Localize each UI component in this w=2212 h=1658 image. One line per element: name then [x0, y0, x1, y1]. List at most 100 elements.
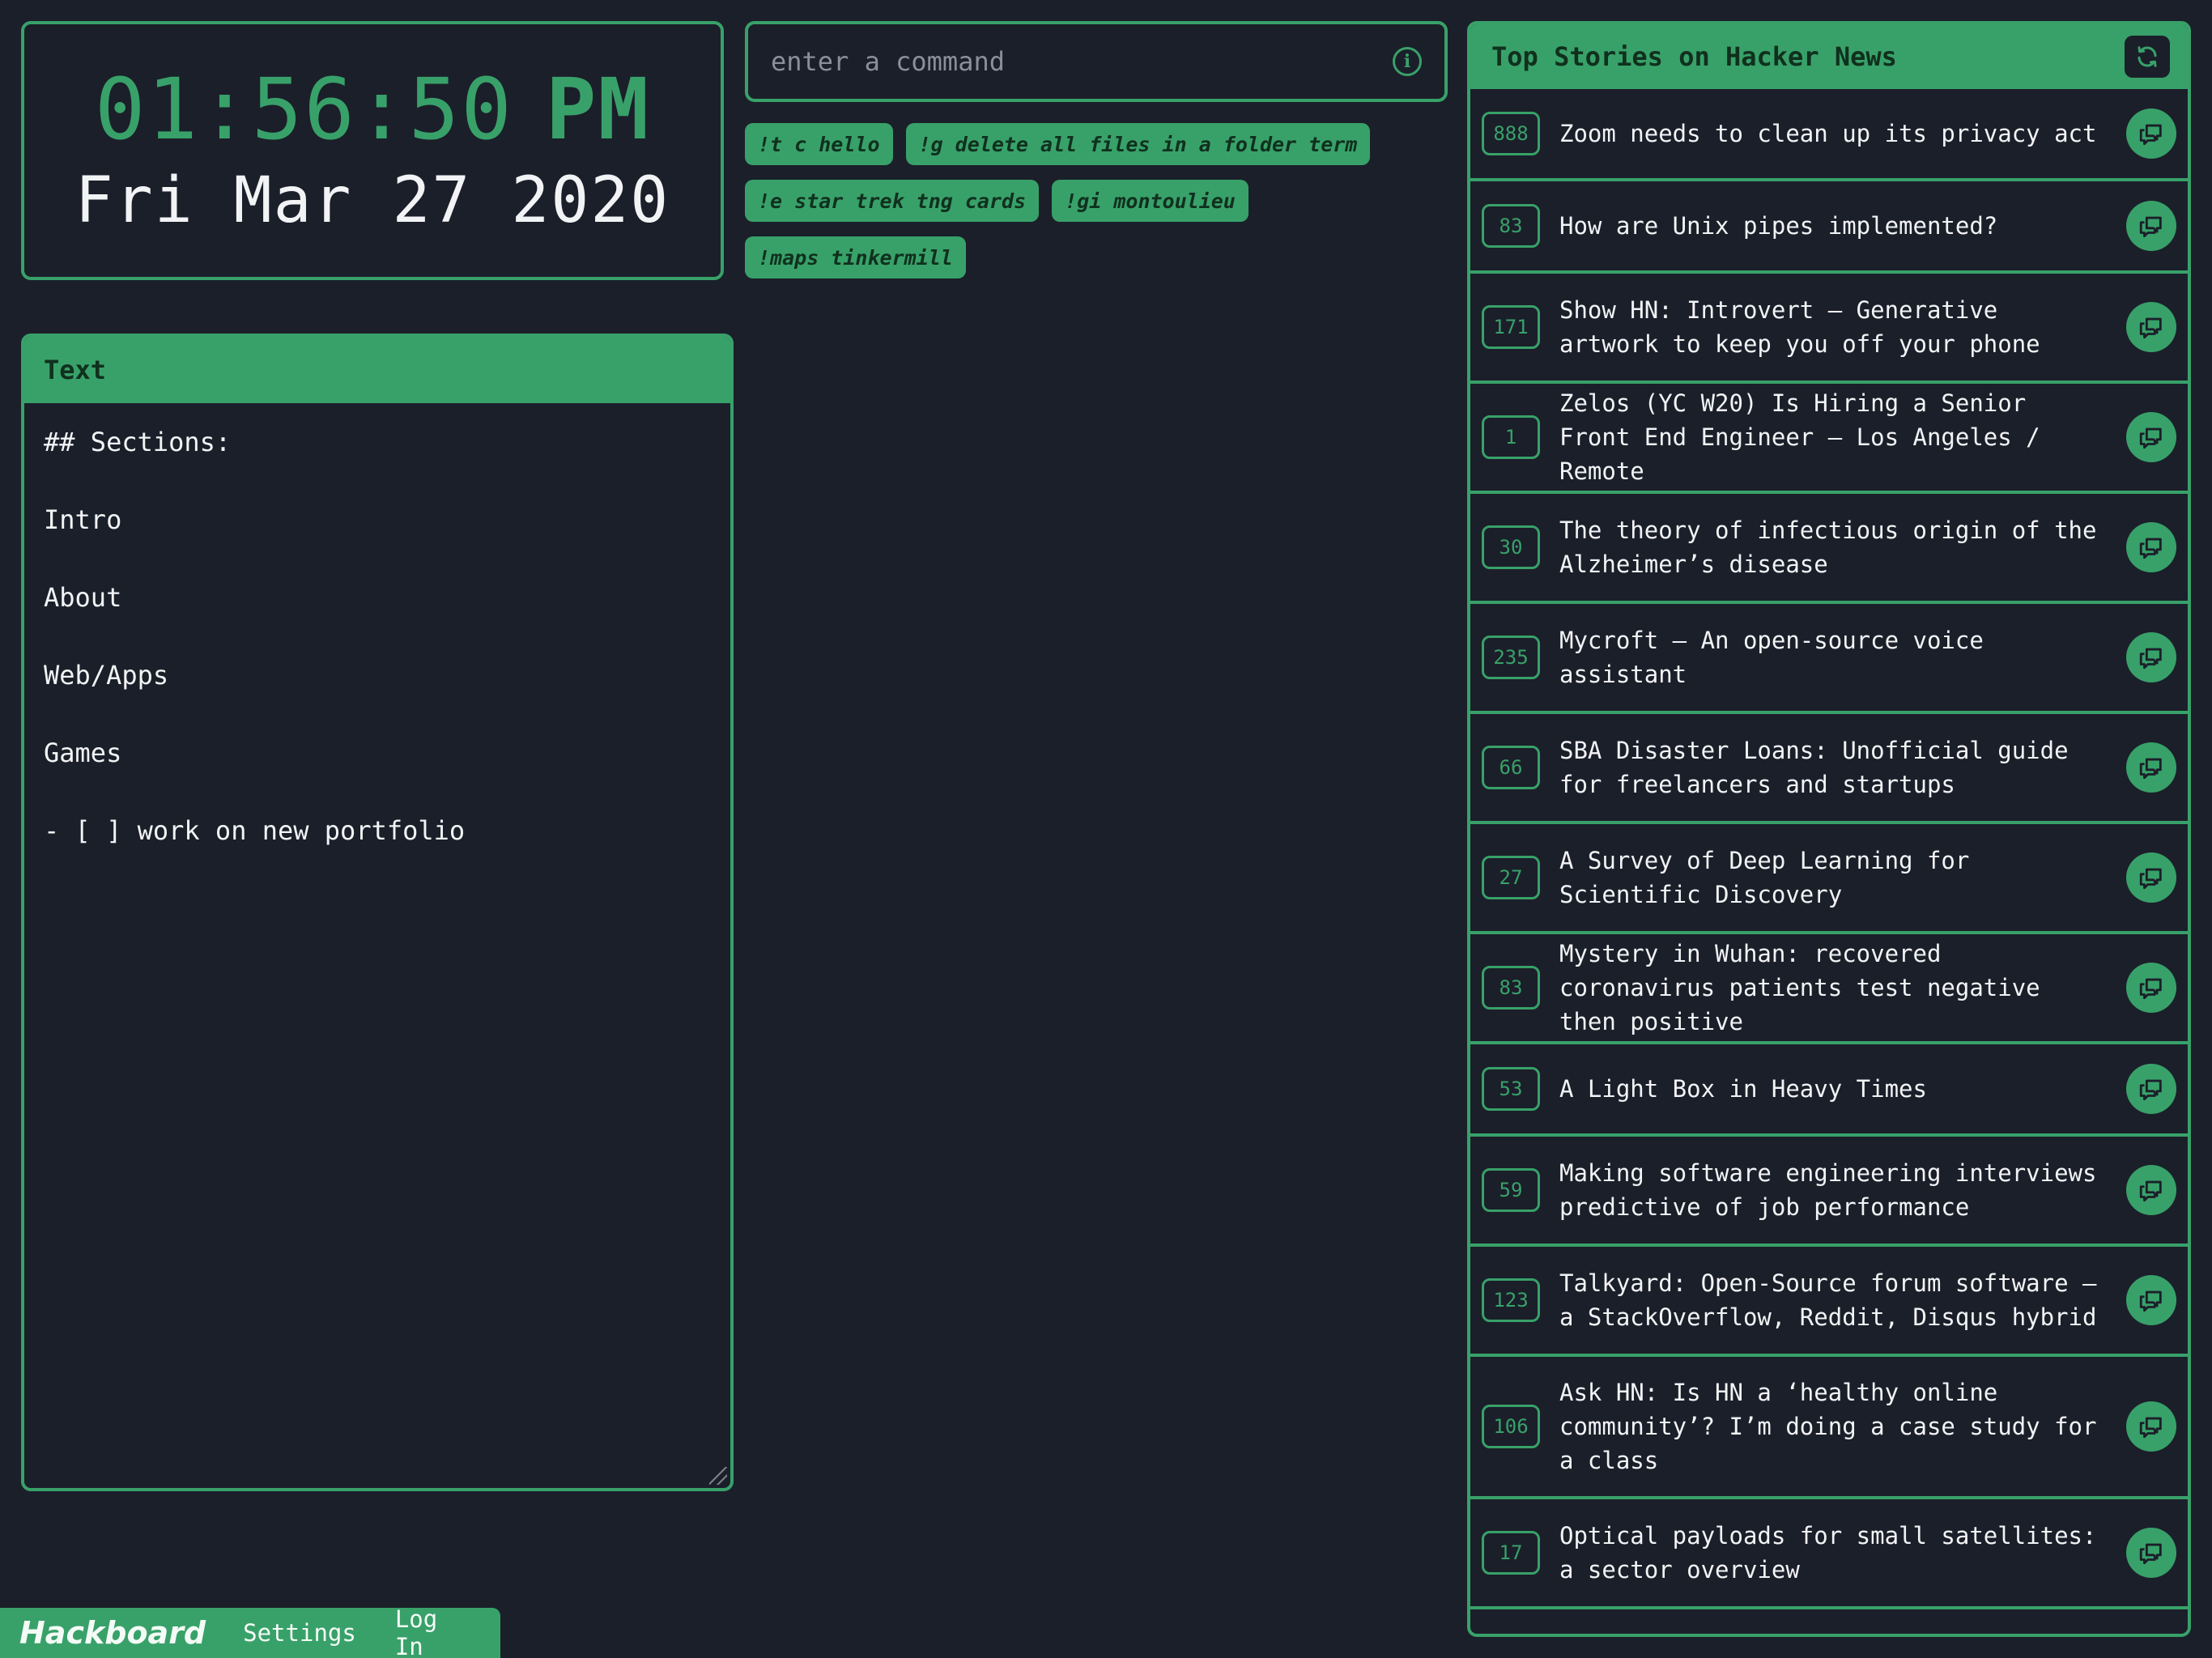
comments-button[interactable] — [2126, 742, 2176, 793]
brand-logo[interactable]: Hackboard — [19, 1615, 206, 1651]
hn-story-row[interactable]: 123 Talkyard: Open-Source forum software … — [1470, 1247, 2188, 1357]
hn-story-row[interactable]: 66 SBA Disaster Loans: Unofficial guide f… — [1470, 714, 2188, 824]
hn-title: Top Stories on Hacker News — [1491, 41, 1897, 72]
story-title-link[interactable]: The theory of infectious origin of the A… — [1559, 513, 2110, 581]
comment-icon — [2139, 1079, 2162, 1101]
hn-story-row[interactable]: 59 Making software engineering interviews… — [1470, 1137, 2188, 1247]
comment-icon — [2139, 216, 2162, 238]
hn-story-row[interactable]: 53 A Light Box in Heavy Times — [1470, 1044, 2188, 1137]
comments-button[interactable] — [2126, 108, 2176, 159]
resize-handle[interactable] — [709, 1467, 727, 1485]
clock-time: 01:56:50 PM — [95, 62, 650, 159]
comment-icon — [2139, 758, 2162, 780]
login-link[interactable]: Log In — [395, 1605, 442, 1658]
text-line[interactable]: ## Sections: — [44, 426, 711, 504]
story-score-badge: 1 — [1482, 415, 1540, 459]
text-line[interactable]: Web/Apps — [44, 659, 711, 737]
text-line[interactable]: - [ ] work on new portfolio — [44, 814, 711, 892]
story-title-link[interactable]: How are Unix pipes implemented? — [1559, 209, 2110, 243]
hn-story-row[interactable]: 83 Mystery in Wuhan: recovered coronaviru… — [1470, 934, 2188, 1044]
hn-story-list: 888 Zoom needs to clean up its privacy ac… — [1470, 89, 2188, 1609]
text-line[interactable]: About — [44, 581, 711, 659]
info-icon[interactable]: i — [1393, 47, 1422, 76]
story-score-badge: 235 — [1482, 636, 1540, 679]
story-score-badge: 83 — [1482, 204, 1540, 248]
comment-icon — [2139, 124, 2162, 146]
hn-story-row[interactable]: 83 How are Unix pipes implemented? — [1470, 181, 2188, 274]
clock-widget: 01:56:50 PM Fri Mar 27 2020 — [21, 21, 724, 280]
comments-button[interactable] — [2126, 302, 2176, 352]
story-score-badge: 66 — [1482, 746, 1540, 789]
refresh-button[interactable] — [2125, 36, 2170, 78]
comments-button[interactable] — [2126, 632, 2176, 682]
text-line[interactable]: Games — [44, 737, 711, 814]
hn-story-row[interactable]: 27 A Survey of Deep Learning for Scientif… — [1470, 824, 2188, 934]
comments-button[interactable] — [2126, 852, 2176, 903]
story-score-badge: 53 — [1482, 1067, 1540, 1111]
hn-story-row[interactable]: 30 The theory of infectious origin of the… — [1470, 494, 2188, 604]
text-line[interactable]: Intro — [44, 504, 711, 581]
comment-icon — [2139, 1543, 2162, 1565]
story-score-badge: 59 — [1482, 1168, 1540, 1212]
story-title-link[interactable]: Optical payloads for small satellites: a… — [1559, 1519, 2110, 1587]
comment-icon — [2139, 868, 2162, 890]
comments-button[interactable] — [2126, 1165, 2176, 1215]
text-widget-title: Text — [24, 337, 730, 403]
story-title-link[interactable]: Talkyard: Open-Source forum software – a… — [1559, 1266, 2110, 1334]
command-input[interactable] — [771, 46, 1393, 77]
story-title-link[interactable]: Zelos (YC W20) Is Hiring a Senior Front … — [1559, 386, 2110, 488]
story-score-badge: 83 — [1482, 966, 1540, 1010]
hacker-news-widget: Top Stories on Hacker News 888 Zoom needs… — [1467, 21, 2191, 1637]
story-title-link[interactable]: Show HN: Introvert – Generative artwork … — [1559, 293, 2110, 361]
settings-link[interactable]: Settings — [243, 1619, 356, 1647]
story-score-badge: 17 — [1482, 1531, 1540, 1575]
comments-button[interactable] — [2126, 963, 2176, 1013]
story-title-link[interactable]: Ask HN: Is HN a ‘healthy online communit… — [1559, 1375, 2110, 1477]
suggestion-chip[interactable]: !gi montoulieu — [1052, 180, 1249, 222]
command-suggestions: !t c hello !g delete all files in a fold… — [745, 123, 1448, 278]
comment-icon — [2139, 648, 2162, 670]
story-title-link[interactable]: Zoom needs to clean up its privacy act — [1559, 117, 2110, 151]
story-score-badge: 171 — [1482, 305, 1540, 349]
hn-story-row[interactable]: 106 Ask HN: Is HN a ‘healthy online commu… — [1470, 1357, 2188, 1499]
story-score-badge: 106 — [1482, 1405, 1540, 1448]
hn-story-row[interactable]: 235 Mycroft – An open-source voice assist… — [1470, 604, 2188, 714]
comments-button[interactable] — [2126, 412, 2176, 462]
hn-story-row[interactable]: 1 Zelos (YC W20) Is Hiring a Senior Front… — [1470, 384, 2188, 494]
comments-button[interactable] — [2126, 201, 2176, 251]
story-title-link[interactable]: Making software engineering interviews p… — [1559, 1156, 2110, 1224]
story-score-badge: 27 — [1482, 856, 1540, 899]
story-title-link[interactable]: A Survey of Deep Learning for Scientific… — [1559, 844, 2110, 912]
suggestion-chip[interactable]: !maps tinkermill — [745, 236, 966, 278]
hn-story-row[interactable]: 171 Show HN: Introvert – Generative artwo… — [1470, 274, 2188, 384]
text-editor[interactable]: ## Sections: Intro About Web/Apps Games … — [24, 403, 730, 915]
comment-icon — [2139, 1180, 2162, 1202]
suggestion-chip[interactable]: !e star trek tng cards — [745, 180, 1040, 222]
comments-button[interactable] — [2126, 1275, 2176, 1325]
story-title-link[interactable]: A Light Box in Heavy Times — [1559, 1072, 2110, 1106]
comments-button[interactable] — [2126, 1064, 2176, 1114]
comments-button[interactable] — [2126, 1528, 2176, 1578]
comment-icon — [2139, 1417, 2162, 1439]
bottom-nav: Hackboard Settings Log In — [0, 1605, 500, 1658]
story-title-link[interactable]: Mycroft – An open-source voice assistant — [1559, 623, 2110, 691]
suggestion-chip[interactable]: !t c hello — [745, 123, 893, 165]
refresh-icon — [2138, 46, 2157, 67]
comments-button[interactable] — [2126, 1401, 2176, 1452]
story-title-link[interactable]: SBA Disaster Loans: Unofficial guide for… — [1559, 733, 2110, 801]
clock-ampm: PM — [545, 60, 651, 159]
comment-icon — [2139, 1290, 2162, 1312]
suggestion-chip[interactable]: !g delete all files in a folder term — [905, 123, 1371, 165]
comment-icon — [2139, 317, 2162, 339]
hn-header: Top Stories on Hacker News — [1470, 24, 2188, 89]
hn-story-row[interactable]: 888 Zoom needs to clean up its privacy ac… — [1470, 89, 2188, 181]
dashboard: 01:56:50 PM Fri Mar 27 2020 i !t c hello … — [0, 0, 2212, 1658]
comment-icon — [2139, 538, 2162, 559]
hn-story-row[interactable]: 17 Optical payloads for small satellites:… — [1470, 1499, 2188, 1609]
story-score-badge: 123 — [1482, 1278, 1540, 1322]
story-score-badge: 30 — [1482, 525, 1540, 569]
story-title-link[interactable]: Mystery in Wuhan: recovered coronavirus … — [1559, 937, 2110, 1039]
text-widget: Text ## Sections: Intro About Web/Apps G… — [21, 334, 734, 1491]
command-bar: i — [745, 21, 1448, 102]
comments-button[interactable] — [2126, 522, 2176, 572]
